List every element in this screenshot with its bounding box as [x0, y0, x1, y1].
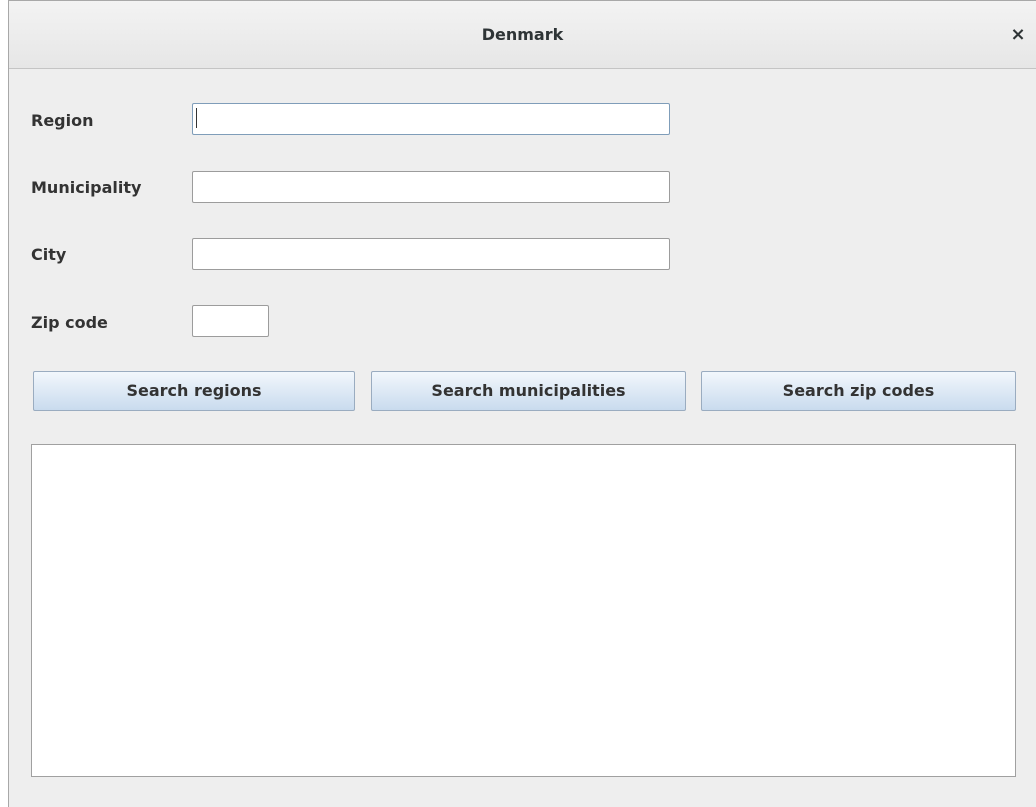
window-title: Denmark [481, 25, 564, 44]
region-label: Region [31, 111, 94, 130]
city-label: City [31, 245, 67, 264]
municipality-label: Municipality [31, 178, 142, 197]
search-zip-codes-button[interactable]: Search zip codes [701, 371, 1016, 411]
close-icon[interactable]: × [1006, 23, 1030, 47]
region-input[interactable] [192, 103, 670, 135]
search-municipalities-button[interactable]: Search municipalities [371, 371, 686, 411]
text-caret [196, 108, 197, 128]
zip-code-label: Zip code [31, 313, 108, 332]
zip-code-input[interactable] [192, 305, 269, 337]
search-regions-button[interactable]: Search regions [33, 371, 355, 411]
title-bar[interactable]: Denmark × [9, 1, 1036, 69]
results-list[interactable] [31, 444, 1016, 777]
city-input[interactable] [192, 238, 670, 270]
municipality-input[interactable] [192, 171, 670, 203]
